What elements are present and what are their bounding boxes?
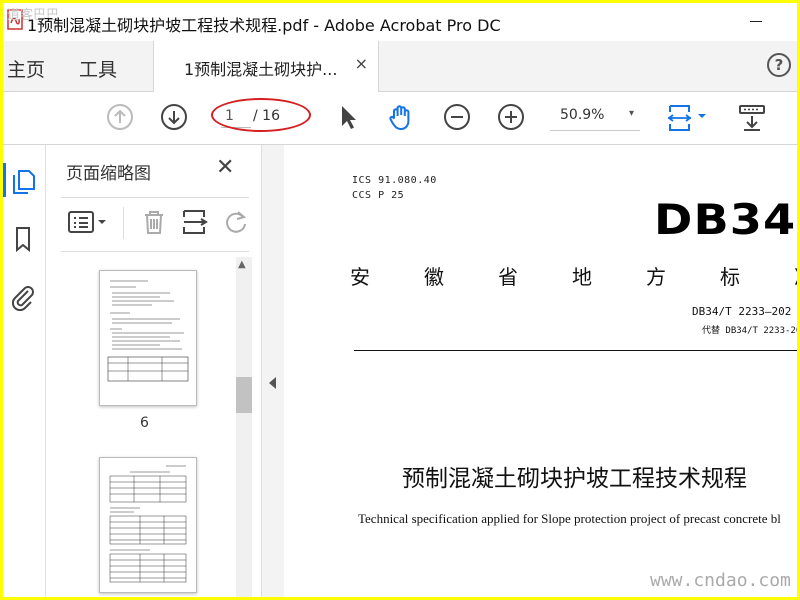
- thumbnail-page-number: 6: [140, 415, 149, 431]
- toolbar: 1 / 16 50.9% ▾: [3, 92, 797, 145]
- tab-close-icon[interactable]: ×: [355, 54, 368, 73]
- close-icon[interactable]: ✕: [216, 155, 234, 180]
- divider: [61, 197, 249, 198]
- previous-page-icon[interactable]: [105, 102, 135, 132]
- window-title: 1预制混凝土砌块护坡工程技术规程.pdf - Adobe Acrobat Pro…: [27, 16, 501, 35]
- page-thumbnail[interactable]: [99, 270, 197, 406]
- extract-page-icon[interactable]: [181, 208, 209, 236]
- ccs-code: CCS P 25: [352, 190, 405, 201]
- tab-document-label: 1预制混凝土砌块护...: [184, 60, 338, 79]
- thumbnails-panel: 页面缩略图 ✕ 6 ▲: [46, 145, 261, 597]
- standard-number: DB34/T 2233—202: [692, 305, 792, 318]
- site-watermark: www.cndao.com: [650, 570, 791, 591]
- select-cursor-icon[interactable]: [333, 102, 363, 132]
- document-view[interactable]: ICS 91.080.40 CCS P 25 DB34 安 徽 省 地 方 标 准 DB34…: [284, 145, 797, 597]
- heading-char: 地: [572, 265, 592, 289]
- document-subtitle: Technical specification applied for Slop…: [358, 511, 781, 526]
- rail-active-indicator: [3, 163, 6, 197]
- ics-code: ICS 91.080.40: [352, 175, 437, 186]
- page-thumbnails-icon[interactable]: [9, 167, 37, 195]
- heading-char: 徽: [424, 265, 444, 289]
- zoom-out-icon[interactable]: [442, 102, 472, 132]
- navigation-rail: [3, 145, 46, 597]
- header-rule: [354, 350, 797, 351]
- help-icon[interactable]: ?: [767, 53, 791, 77]
- panel-splitter[interactable]: [261, 145, 285, 597]
- acrobat-window: 道客巴巴 1预制混凝土砌块护坡工程技术规程.pdf - Adobe Acroba…: [3, 3, 797, 597]
- page-thumbnail-preview: [109, 465, 187, 583]
- fit-page-icon[interactable]: [665, 102, 711, 132]
- zoom-value: 50.9%: [560, 107, 605, 123]
- province-standard-heading: 安徽省地方标准: [350, 261, 797, 290]
- red-highlight-annotation: [211, 98, 311, 132]
- minimize-button[interactable]: [733, 3, 779, 41]
- collapse-panel-icon[interactable]: [269, 377, 276, 389]
- document-title: 预制混凝土砌块护坡工程技术规程: [402, 466, 747, 492]
- tab-bar: 主页 工具 1预制混凝土砌块护... × ?: [3, 41, 797, 92]
- replaces-standard: 代替 DB34/T 2233-20: [702, 326, 797, 336]
- delete-page-icon[interactable]: [141, 208, 167, 236]
- next-page-icon[interactable]: [159, 102, 189, 132]
- menu-home[interactable]: 主页: [7, 55, 45, 82]
- page-thumbnail[interactable]: [99, 457, 197, 593]
- hand-tool-icon[interactable]: [386, 102, 416, 132]
- rotate-page-icon[interactable]: [223, 208, 249, 236]
- title-bar: 道客巴巴 1预制混凝土砌块护坡工程技术规程.pdf - Adobe Acroba…: [3, 3, 797, 41]
- divider: [61, 251, 249, 252]
- zoom-in-icon[interactable]: [496, 102, 526, 132]
- read-mode-icon[interactable]: [737, 102, 767, 132]
- menu-tools[interactable]: 工具: [79, 55, 117, 82]
- heading-char: 标: [720, 265, 740, 289]
- scroll-thumb[interactable]: [236, 377, 252, 413]
- tab-document[interactable]: 1预制混凝土砌块护... ×: [153, 41, 379, 92]
- panel-toolbar: [61, 203, 251, 243]
- db34-logo: DB34: [654, 195, 797, 244]
- page-thumbnail-preview: [107, 280, 189, 382]
- heading-char: 方: [646, 265, 666, 289]
- thumbnails-scrollbar[interactable]: ▲: [236, 257, 252, 597]
- scroll-up-icon[interactable]: ▲: [238, 259, 246, 270]
- options-menu-icon[interactable]: [67, 209, 111, 237]
- heading-char: 准: [794, 261, 797, 290]
- panel-title: 页面缩略图: [66, 164, 151, 184]
- toolbar-divider: [123, 207, 124, 239]
- chevron-down-icon: ▾: [628, 108, 634, 119]
- zoom-dropdown[interactable]: 50.9% ▾: [550, 104, 640, 131]
- attachment-icon[interactable]: [9, 283, 37, 311]
- heading-char: 省: [498, 265, 518, 289]
- heading-char: 安: [350, 265, 370, 289]
- bookmark-icon[interactable]: [9, 225, 37, 253]
